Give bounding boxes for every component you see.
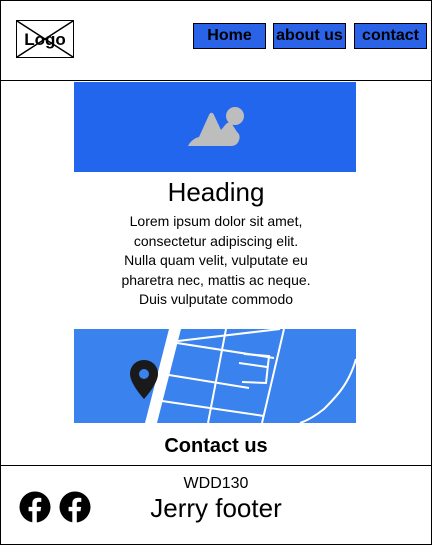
body-paragraph: Lorem ipsum dolor sit amet, consectetur … bbox=[110, 212, 322, 310]
facebook-icon[interactable] bbox=[59, 491, 91, 523]
map[interactable] bbox=[74, 329, 356, 423]
contact-heading: Contact us bbox=[164, 435, 268, 457]
image-icon bbox=[188, 107, 244, 146]
nav-about-button[interactable]: about us bbox=[273, 23, 346, 49]
page-heading: Heading bbox=[167, 177, 265, 207]
site-header: Logo Home about us contact bbox=[0, 0, 432, 81]
facebook-icon[interactable] bbox=[19, 491, 51, 523]
site-footer: WDD130 Jerry footer bbox=[0, 465, 432, 545]
logo-text: Logo bbox=[24, 30, 66, 49]
paragraph-line: Lorem ipsum dolor sit amet, bbox=[129, 213, 303, 229]
paragraph-line: Duis vulputate commodo bbox=[138, 291, 294, 307]
paragraph-line: Nulla quam velit, vulputate eu bbox=[124, 252, 308, 268]
nav-contact-button[interactable]: contact bbox=[354, 23, 427, 49]
paragraph-line: pharetra nec, mattis ac neque. bbox=[121, 271, 311, 288]
nav-home-button[interactable]: Home bbox=[193, 23, 266, 49]
paragraph-line: consectetur adipiscing elit. bbox=[133, 232, 299, 249]
hero-image bbox=[74, 82, 356, 172]
map-streets bbox=[145, 329, 356, 423]
logo[interactable]: Logo bbox=[16, 20, 74, 58]
map-pin-icon bbox=[130, 360, 158, 399]
